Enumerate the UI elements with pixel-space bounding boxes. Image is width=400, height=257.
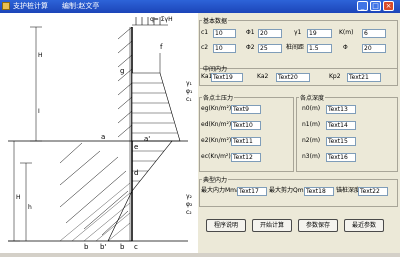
pile-diagram-svg: q= ΣγH H I H h a a' b b b' c d e f g γ₁ … bbox=[8, 16, 193, 251]
dimension-lines bbox=[8, 26, 42, 242]
dim-label-3: H bbox=[16, 194, 21, 201]
recent-params-button[interactable]: 最近参数 bbox=[344, 219, 384, 232]
point-a: a bbox=[101, 133, 105, 141]
gamma1-label: γ1 bbox=[294, 29, 302, 36]
mmax-output[interactable]: Text17 bbox=[237, 187, 267, 196]
phi2-input[interactable]: 25 bbox=[258, 44, 282, 53]
phi2-label: Φ2 bbox=[246, 44, 255, 51]
c2-input[interactable]: 10 bbox=[213, 44, 236, 53]
parameter-panel: 基本数据 c1 10 Φ1 20 γ1 19 K(m) 6 c2 10 Φ2 2… bbox=[198, 13, 400, 253]
ed-label: ed(Kn/m²) bbox=[201, 121, 232, 128]
n1-label: n1(m) bbox=[302, 121, 321, 128]
dim-label-4: h bbox=[28, 204, 32, 211]
help-button[interactable]: 程序说明 bbox=[206, 219, 246, 232]
close-button[interactable]: × bbox=[383, 1, 394, 11]
save-params-button[interactable]: 参数保存 bbox=[298, 219, 338, 232]
calculate-button[interactable]: 开始计算 bbox=[252, 219, 292, 232]
minimize-button[interactable]: _ bbox=[357, 1, 368, 11]
n1-output[interactable]: Text14 bbox=[326, 121, 356, 130]
n0-output[interactable]: Text13 bbox=[326, 105, 356, 114]
point-g: g bbox=[120, 67, 124, 75]
lower-gamma: γ₂ bbox=[186, 193, 193, 200]
point-a-prime: a' bbox=[144, 135, 150, 143]
n2-label: n2(m) bbox=[302, 137, 321, 144]
phi-input[interactable]: 20 bbox=[362, 44, 386, 53]
pile-diagram: q= ΣγH H I H h a a' b b b' c d e f g γ₁ … bbox=[0, 13, 198, 253]
ed-output[interactable]: Text10 bbox=[231, 121, 261, 130]
e2-output[interactable]: Text11 bbox=[231, 137, 261, 146]
window-title: 支护桩计算 bbox=[13, 2, 48, 10]
point-e: e bbox=[134, 143, 138, 151]
n3-output[interactable]: Text16 bbox=[326, 153, 356, 162]
embed-output[interactable]: Text22 bbox=[358, 187, 388, 196]
maximize-button[interactable]: □ bbox=[370, 1, 381, 11]
phi1-input[interactable]: 20 bbox=[258, 29, 282, 38]
k-input[interactable]: 6 bbox=[362, 29, 386, 38]
kp2-output[interactable]: Text21 bbox=[347, 73, 381, 82]
c1-label: c1 bbox=[201, 29, 209, 36]
n3-label: n3(m) bbox=[302, 153, 321, 160]
eg-output[interactable]: Text9 bbox=[231, 105, 261, 114]
qmax-output[interactable]: Text18 bbox=[304, 187, 334, 196]
n0-label: n0(m) bbox=[302, 105, 321, 112]
intermediate-legend: 中间内力 bbox=[203, 66, 228, 73]
point-b-left: b bbox=[84, 243, 89, 251]
ka2-output[interactable]: Text20 bbox=[276, 73, 310, 82]
dim-label-2: I bbox=[38, 108, 40, 115]
phi-label: Φ bbox=[343, 44, 348, 51]
ec-label: ec(Kn/m²) bbox=[201, 153, 231, 160]
point-d: d bbox=[134, 169, 138, 177]
spacing-input[interactable]: 1.5 bbox=[307, 44, 332, 53]
app-icon bbox=[2, 2, 10, 10]
c1-input[interactable]: 10 bbox=[213, 29, 236, 38]
dim-label-1: H bbox=[38, 52, 43, 59]
point-f: f bbox=[160, 43, 163, 51]
embed-label: 锚桩深度 bbox=[336, 187, 361, 194]
k-label: K(m) bbox=[339, 29, 354, 36]
spacing-label: 桩间距 bbox=[286, 44, 305, 51]
passive-pressure-triangle bbox=[107, 190, 133, 242]
failure-fan-lines bbox=[59, 182, 131, 242]
basic-data-group: 基本数据 bbox=[199, 16, 398, 69]
gamma1-input[interactable]: 19 bbox=[307, 29, 332, 38]
ka2-label: Ka2 bbox=[257, 73, 269, 80]
upper-gamma: γ₁ bbox=[186, 80, 193, 87]
kp2-label: Kp2 bbox=[329, 73, 341, 80]
point-c: c bbox=[134, 243, 138, 251]
upper-phi: φ₁ bbox=[186, 88, 193, 95]
internal-force-legend: 典型内力 bbox=[203, 177, 228, 184]
lower-phi: φ₂ bbox=[186, 201, 193, 208]
point-b-prime: b' bbox=[100, 243, 106, 251]
ec-output[interactable]: Text12 bbox=[231, 153, 261, 162]
ka1-output[interactable]: Text19 bbox=[211, 73, 243, 82]
basic-data-legend: 基本数据 bbox=[203, 18, 228, 25]
eg-label: eg(Kn/m²) bbox=[201, 105, 232, 112]
title-bar: 支护桩计算 编制:赵文亭 _ □ × bbox=[0, 0, 400, 13]
point-b: b bbox=[120, 243, 125, 251]
lower-c: c₂ bbox=[186, 209, 192, 216]
n2-output[interactable]: Text15 bbox=[326, 137, 356, 146]
depth-legend: 各点深度 bbox=[300, 95, 325, 102]
e2-label: e2(Kn/m²) bbox=[201, 137, 232, 144]
phi1-label: Φ1 bbox=[246, 29, 255, 36]
load-label: q= ΣγH bbox=[150, 16, 173, 23]
upper-c: c₁ bbox=[186, 96, 192, 103]
c2-label: c2 bbox=[201, 44, 209, 51]
window-author: 编制:赵文亭 bbox=[62, 2, 100, 10]
earth-pressure-legend: 各点土压力 bbox=[203, 95, 234, 102]
app-window: 支护桩计算 编制:赵文亭 _ □ × q= ΣγH H I H h a a' b… bbox=[0, 0, 400, 253]
